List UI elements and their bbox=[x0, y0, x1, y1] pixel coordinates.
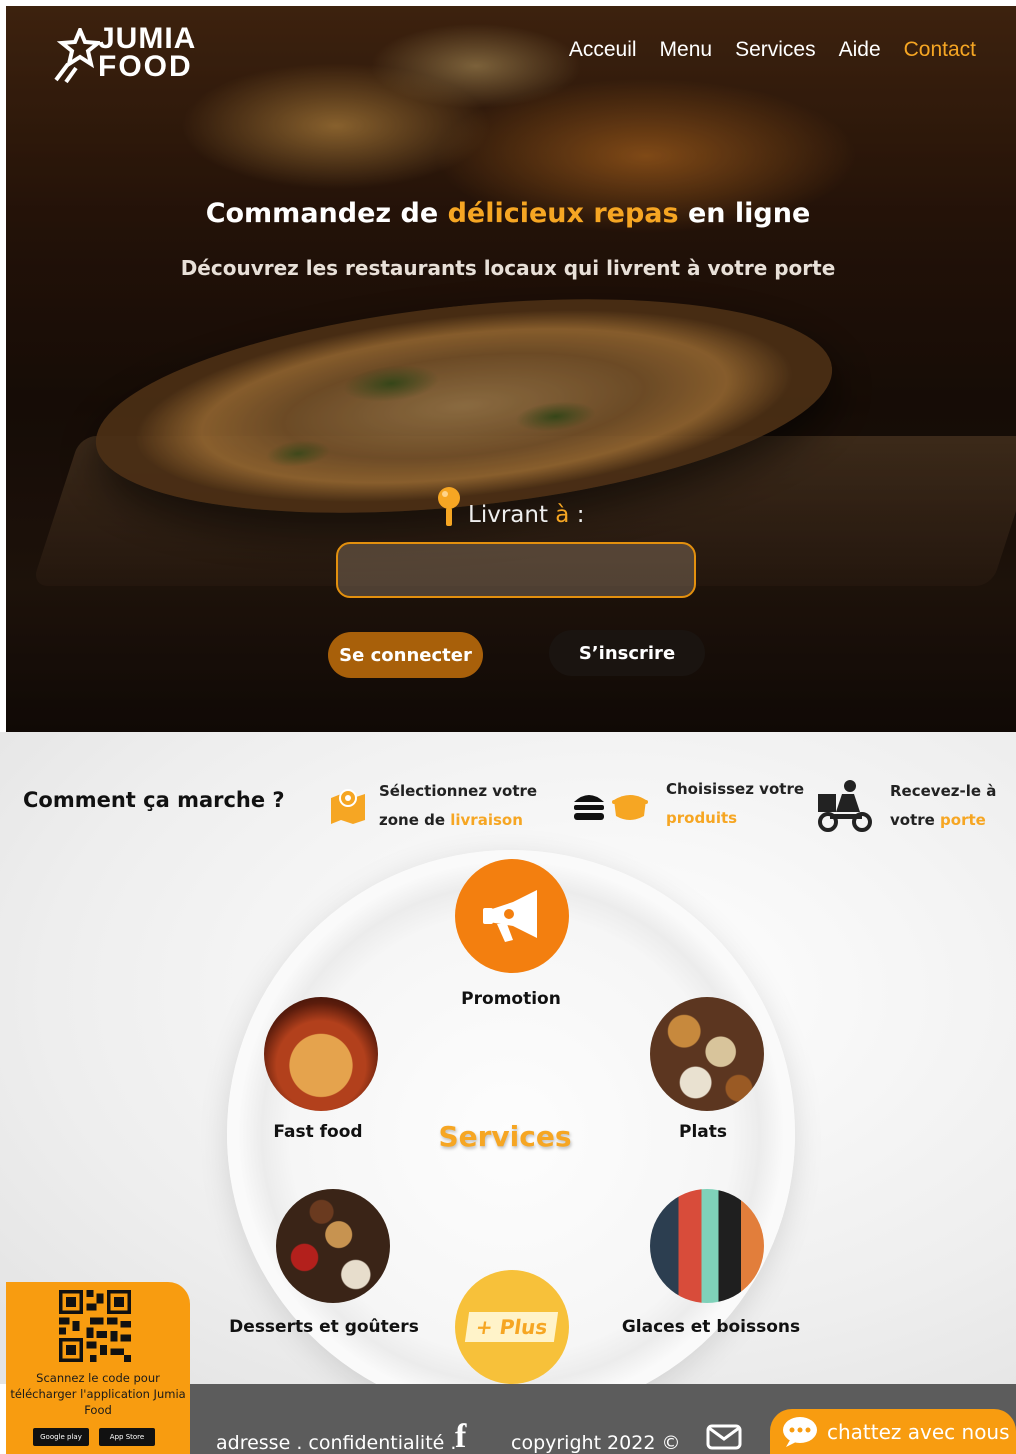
fast-food-image[interactable] bbox=[264, 997, 378, 1111]
qr-code-icon[interactable] bbox=[59, 1290, 131, 1362]
nav-services[interactable]: Services bbox=[735, 38, 816, 62]
megaphone-icon bbox=[483, 890, 537, 942]
desserts-label: Desserts et goûters bbox=[229, 1317, 419, 1337]
login-button[interactable]: Se connecter bbox=[328, 632, 483, 678]
step-choose-products: Choisissez votre produits bbox=[666, 780, 805, 827]
app-download-card: Scannez le code pour télécharger l'appli… bbox=[6, 1282, 190, 1454]
signup-button[interactable]: S’inscrire bbox=[549, 630, 705, 676]
plus-button[interactable]: + Plus bbox=[455, 1270, 569, 1384]
desserts-image[interactable] bbox=[276, 1189, 390, 1303]
app-store-badge[interactable]: App Store bbox=[99, 1428, 155, 1446]
nav-menu[interactable]: Menu bbox=[660, 38, 713, 62]
nav-acceuil[interactable]: Acceuil bbox=[569, 38, 637, 62]
nav-aide[interactable]: Aide bbox=[839, 38, 881, 62]
delivery-address-input[interactable] bbox=[336, 542, 696, 598]
jumia-food-logo[interactable]: JUMIA FOOD bbox=[54, 24, 224, 84]
hero-subline: Découvrez les restaurants locaux qui liv… bbox=[180, 256, 836, 280]
plats-image[interactable] bbox=[650, 997, 764, 1111]
how-it-works-title: Comment ça marche ? bbox=[23, 788, 285, 812]
services-title: Services bbox=[438, 1120, 572, 1153]
promotion-button[interactable] bbox=[455, 859, 569, 973]
plats-label: Plats bbox=[678, 1122, 727, 1142]
glaces-boissons-image[interactable] bbox=[650, 1189, 764, 1303]
location-pin-icon bbox=[438, 487, 460, 526]
step-select-zone: Sélectionnez votre zone de livraison bbox=[379, 782, 538, 829]
facebook-icon[interactable]: f bbox=[455, 1418, 466, 1454]
hero-section bbox=[6, 6, 1016, 732]
map-pin-icon bbox=[331, 789, 365, 824]
fast-food-label: Fast food bbox=[273, 1122, 363, 1142]
promotion-label: Promotion bbox=[461, 989, 561, 1009]
chat-button[interactable]: chattez avec nous bbox=[770, 1409, 1016, 1454]
step-receive-order: Recevez-le à votre porte bbox=[890, 782, 997, 829]
logo-star-icon bbox=[54, 28, 100, 84]
chat-bubble-icon bbox=[783, 1416, 817, 1447]
mail-icon[interactable] bbox=[706, 1424, 742, 1450]
copyright-text: copyright 2022 © bbox=[511, 1432, 681, 1454]
nav-contact[interactable]: Contact bbox=[904, 38, 976, 62]
glaces-boissons-label: Glaces et boissons bbox=[621, 1317, 801, 1337]
delivery-scooter-icon bbox=[818, 780, 872, 832]
hero-headline: Commandez de délicieux repas en ligne bbox=[205, 198, 811, 229]
burger-icon bbox=[574, 795, 648, 820]
logo-text-food: FOOD bbox=[98, 50, 193, 83]
main-nav: Acceuil Menu Services Aide Contact bbox=[569, 38, 976, 62]
google-play-badge[interactable]: Google play bbox=[33, 1428, 89, 1446]
footer-links[interactable]: adresse . confidentialité . bbox=[216, 1432, 456, 1454]
delivery-label: Livrant à : bbox=[436, 486, 584, 528]
qr-description: Scannez le code pour télécharger l'appli… bbox=[10, 1371, 186, 1417]
